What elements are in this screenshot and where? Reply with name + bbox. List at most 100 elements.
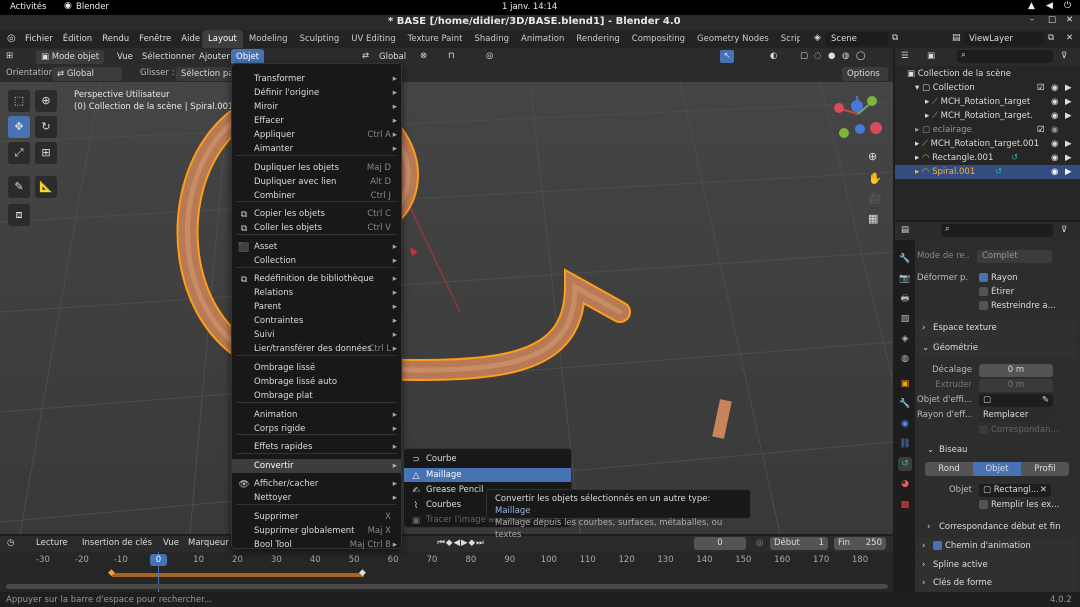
object-menu-item-definir-l-origine[interactable]: Définir l'origine ▸ [232,86,401,100]
scene-tab-icon[interactable]: ◈ [898,332,912,346]
tab-modeling[interactable]: Modeling [243,30,294,48]
rayon-checkbox[interactable]: Rayon [979,273,1018,283]
object-menu-item-redefinition-de-bibliotheque[interactable]: ⧉ Redéfinition de bibliothèque ▸ [232,272,401,286]
rotate-tool-icon[interactable]: ↻ [35,116,57,138]
remove-viewlayer-icon[interactable]: ✕ [1066,33,1073,43]
object-menu-item-collection[interactable]: Collection ▸ [232,254,401,268]
object-menu-item-bool-tool[interactable]: Bool Tool Maj Ctrl B ▸ [232,538,401,552]
end-frame-field[interactable]: Fin 250 [834,537,886,550]
add-cube-tool-icon[interactable]: ⧈ [8,204,30,226]
viewlayer-selector[interactable]: ViewLayer [964,32,1044,46]
object-menu-item-relations[interactable]: Relations ▸ [232,286,401,300]
render-tab-icon[interactable]: 📷 [898,272,912,286]
outliner-item-rectangle[interactable]: ▸ ◠ Rectangle.001 ↺ ◉ ▶ [895,151,1080,165]
wireframe-shading-icon[interactable]: ◌ [814,51,821,61]
panel-chemin-animation[interactable]: › Chemin d'animation [917,538,1077,556]
start-frame-field[interactable]: Début 1 [770,537,828,550]
keyframe-icon[interactable]: ◆ [359,568,366,578]
object-menu-item-ombrage-lisse-auto[interactable]: Ombrage lissé auto [232,375,401,389]
object-menu-item-appliquer[interactable]: Appliquer Ctrl A ▸ [232,128,401,142]
object-tab-icon[interactable]: ▣ [898,377,912,391]
menu-marqueur[interactable]: Marqueur [188,538,229,548]
eyedropper-icon[interactable]: ✎ [1042,394,1049,407]
tab-uv-editing[interactable]: UV Editing [345,30,401,48]
xray-icon[interactable]: ▢ [800,51,808,61]
object-menu-item-nettoyer[interactable]: Nettoyer ▸ [232,491,401,505]
camera-icon[interactable]: ▶ [1065,95,1072,109]
menu-vue[interactable]: Vue [112,48,138,66]
physics-tab-icon[interactable]: ◉ [898,417,912,431]
panel-geometrie[interactable]: ⌄ Géométrie [917,340,1077,358]
tab-animation[interactable]: Animation [515,30,570,48]
keyframe-icon[interactable]: ◆ [108,568,115,578]
material-tab-icon[interactable]: ◕ [898,477,912,491]
options-dropdown[interactable]: Options [842,67,888,81]
view-layer-tab-icon[interactable]: ▨ [898,312,912,326]
object-menu-item-corps-rigide[interactable]: Corps rigide ▸ [232,422,401,436]
restreindre-checkbox[interactable]: Restreindre a... [979,301,1056,311]
object-menu-item-aimanter[interactable]: Aimanter ▸ [232,142,401,156]
world-tab-icon[interactable]: ◍ [898,352,912,366]
convert-to-curve[interactable]: ⊃ Courbe [404,452,571,466]
outliner-item-mch3[interactable]: ▸ ⟋ MCH_Rotation_target.001 ◉ ▶ [895,137,1080,151]
transform-orientation-icon[interactable]: ⇄ [362,51,369,61]
object-menu-item-contraintes[interactable]: Contraintes ▸ [232,314,401,328]
etirer-checkbox[interactable]: Étirer [979,287,1014,297]
correspondance-checkbox[interactable]: Correspondan... [979,425,1059,435]
editor-type-icon[interactable]: ⊞ [6,51,13,61]
minimize-icon[interactable]: – [1030,15,1034,25]
eye-icon[interactable]: ◉ [1051,81,1058,95]
tab-sculpting[interactable]: Sculpting [294,30,346,48]
menu-vue-timeline[interactable]: Vue [163,538,179,548]
object-menu-item-asset[interactable]: ⬛ Asset ▸ [232,240,401,254]
overlays-icon[interactable]: ◐ [770,51,777,61]
biseau-tab-objet[interactable]: Objet [973,462,1021,476]
object-menu-item-ombrage-plat[interactable]: Ombrage plat [232,389,401,403]
drag-selector[interactable]: Sélection par [176,67,232,81]
object-menu-item-supprimer-globalement[interactable]: Supprimer globalement Maj X [232,524,401,538]
auto-key-icon[interactable]: ◎ [756,538,763,548]
object-menu-item-ombrage-lisse[interactable]: Ombrage lissé [232,361,401,375]
annotate-tool-icon[interactable]: ✎ [8,176,30,198]
tab-shading[interactable]: Shading [468,30,515,48]
output-tab-icon[interactable]: 🖶 [898,292,912,306]
close-icon[interactable]: ✕ [1066,15,1073,25]
mode-selector[interactable]: ▣ Mode objet [36,50,104,64]
menu-insertion-cles[interactable]: Insertion de clés [82,538,152,548]
timeline-track[interactable]: -30 -20 -10 0 10 20 30 40 50 60 70 80 90 100 110 120 130… [0,552,893,592]
menu-selectionner[interactable]: Sélectionner [137,48,200,66]
tool-tab-icon[interactable]: 🔧 [898,252,912,266]
measure-tool-icon[interactable]: 📐 [35,176,57,198]
display-mode-icon[interactable]: ▣ [927,51,935,61]
next-key-icon[interactable]: ◆ [469,538,477,548]
menu-fichier[interactable]: Fichier [20,30,58,48]
chemin-checkbox[interactable]: Chemin d'animation [933,541,1031,551]
clear-icon[interactable]: ✕ [1040,484,1047,497]
material-shading-icon[interactable]: ◍ [842,51,849,61]
object-menu-item-dupliquer-les-objets[interactable]: Dupliquer les objets Maj D [232,161,401,175]
menu-rendu[interactable]: Rendu [97,30,134,48]
network-icon[interactable]: ▲ [1028,1,1035,11]
menu-aide[interactable]: Aide [176,30,205,48]
jump-start-icon[interactable]: ⏮ [437,538,446,548]
properties-search-input[interactable]: ⌕ [941,224,1053,237]
object-menu-item-combiner[interactable]: Combiner Ctrl J [232,189,401,203]
filter-icon[interactable]: ⊽ [1061,51,1067,61]
object-menu-item-convertir[interactable]: Convertir ▸ [232,459,401,473]
object-menu-item-effets-rapides[interactable]: Effets rapides ▸ [232,440,401,454]
eye-icon[interactable]: ◉ [1051,109,1058,123]
panel-corresp-debut-fin[interactable]: › Correspondance début et fin [925,520,1075,536]
checkbox-icon[interactable]: ☑ [1037,123,1045,137]
menu-ajouter[interactable]: Ajouter [194,48,235,66]
jump-end-icon[interactable]: ⏭ [476,538,485,548]
timeline-editor-icon[interactable]: ◷ [7,538,14,548]
object-menu-item-transformer[interactable]: Transformer ▸ [232,72,401,86]
pan-hand-icon[interactable]: ✋ [868,172,882,185]
clock[interactable]: 1 janv. 14:14 [502,2,557,12]
orientation-selector[interactable]: ⇄ Global [52,67,122,81]
mode-selector[interactable]: Complet [977,250,1052,263]
outliner-item-mch2[interactable]: ▸ ⟋ MCH_Rotation_target. ◉ ▶ [895,109,1080,123]
object-menu-item-suivi[interactable]: Suivi ▸ [232,328,401,342]
tab-rendering[interactable]: Rendering [570,30,625,48]
remplir-checkbox[interactable]: Remplir les ex... [979,500,1059,510]
